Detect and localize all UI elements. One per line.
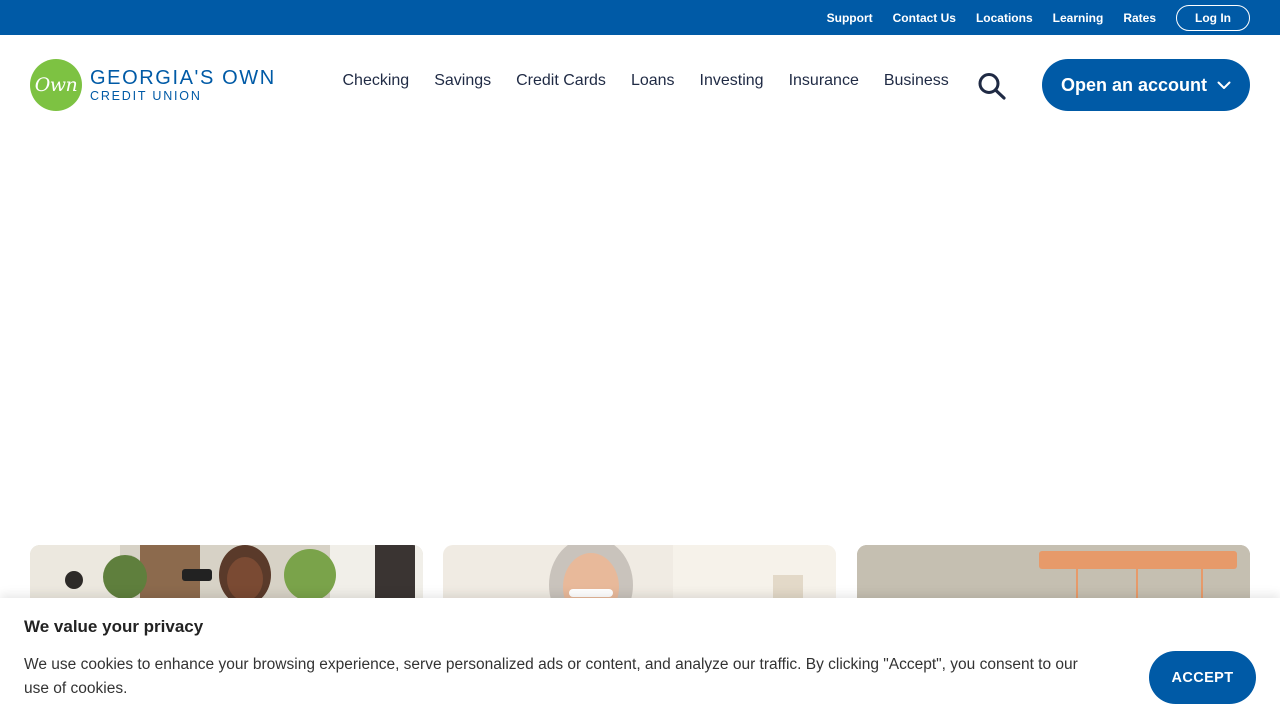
nav-item-credit-cards[interactable]: Credit Cards: [516, 72, 606, 90]
search-button[interactable]: [975, 71, 1009, 101]
nav-item-business[interactable]: Business: [884, 72, 949, 90]
nav-item-insurance[interactable]: Insurance: [789, 72, 859, 90]
main-header: Own GEORGIA'S OWN CREDIT UNION Checking …: [0, 35, 1280, 135]
logo[interactable]: Own GEORGIA'S OWN CREDIT UNION: [30, 59, 276, 111]
logo-subtitle: CREDIT UNION: [90, 88, 202, 103]
cookie-title: We value your privacy: [24, 617, 204, 636]
accept-button[interactable]: ACCEPT: [1149, 651, 1256, 704]
utility-bar: Support Contact Us Locations Learning Ra…: [0, 0, 1280, 35]
logo-wordmark: GEORGIA'S OWN CREDIT UNION: [90, 66, 276, 103]
utility-link-locations[interactable]: Locations: [976, 11, 1033, 25]
open-account-button[interactable]: Open an account: [1042, 59, 1250, 111]
cookie-body: We use cookies to enhance your browsing …: [24, 656, 1078, 697]
page: Support Contact Us Locations Learning Ra…: [0, 0, 1280, 720]
nav-item-investing[interactable]: Investing: [700, 72, 764, 90]
utility-link-rates[interactable]: Rates: [1123, 11, 1156, 25]
open-account-label: Open an account: [1060, 74, 1208, 95]
utility-link-learning[interactable]: Learning: [1053, 11, 1104, 25]
utility-link-contact-us[interactable]: Contact Us: [893, 11, 956, 25]
nav-item-loans[interactable]: Loans: [631, 72, 675, 90]
logo-name: GEORGIA'S OWN: [90, 66, 276, 89]
logo-badge: Own: [30, 59, 82, 111]
cookie-banner: We value your privacy We use cookies to …: [0, 598, 1280, 720]
nav-item-checking[interactable]: Checking: [343, 72, 410, 90]
utility-link-support[interactable]: Support: [827, 11, 873, 25]
login-button[interactable]: Log In: [1176, 4, 1250, 31]
primary-nav: Checking Savings Credit Cards Loans Inve…: [330, 72, 961, 90]
search-icon: [978, 73, 1006, 100]
nav-item-savings[interactable]: Savings: [434, 72, 491, 90]
chevron-down-icon: [1217, 81, 1231, 90]
